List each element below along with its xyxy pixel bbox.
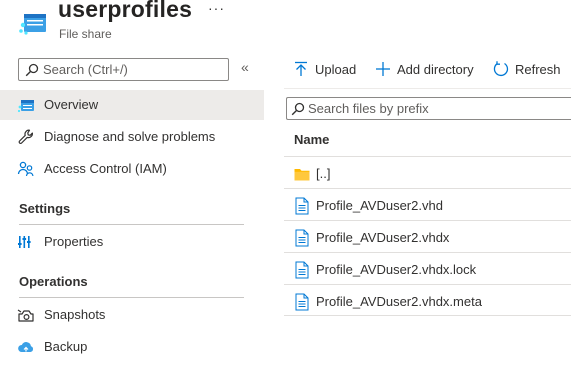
upload-icon bbox=[295, 61, 307, 76]
sidebar-search[interactable] bbox=[18, 58, 229, 81]
table-row[interactable]: Profile_AVDuser2.vhdx bbox=[284, 220, 571, 252]
section-operations-heading: Operations bbox=[19, 274, 88, 289]
sidebar-item-label: Snapshots bbox=[44, 307, 106, 322]
file-name: Profile_AVDuser2.vhdx.meta bbox=[316, 294, 482, 309]
backup-icon bbox=[18, 342, 34, 352]
file-icon bbox=[295, 229, 309, 247]
wrench-icon bbox=[18, 129, 33, 144]
add-directory-button[interactable]: Add directory bbox=[374, 59, 480, 81]
upload-label: Upload bbox=[315, 62, 357, 77]
sidebar-search-input[interactable] bbox=[43, 60, 223, 79]
add-directory-label: Add directory bbox=[397, 62, 474, 77]
overview-icon bbox=[17, 100, 34, 113]
snapshot-icon bbox=[17, 309, 34, 322]
sidebar-item-label: Access Control (IAM) bbox=[44, 161, 167, 176]
file-name: Profile_AVDuser2.vhd bbox=[316, 198, 443, 213]
people-icon bbox=[17, 161, 34, 177]
file-name: [..] bbox=[316, 166, 331, 181]
search-icon bbox=[25, 63, 39, 77]
folder-icon bbox=[294, 169, 310, 181]
file-search-box[interactable] bbox=[286, 97, 571, 120]
page-subtitle: File share bbox=[59, 27, 112, 41]
refresh-label: Refresh bbox=[515, 62, 561, 77]
sidebar-item-iam[interactable]: Access Control (IAM) bbox=[0, 154, 264, 184]
sidebar-item-diagnose[interactable]: Diagnose and solve problems bbox=[0, 122, 264, 152]
collapse-sidebar-button[interactable]: « bbox=[241, 59, 249, 75]
sidebar-item-properties[interactable]: Properties bbox=[0, 227, 264, 257]
sidebar-item-overview[interactable]: Overview bbox=[0, 90, 264, 120]
toolbar-divider bbox=[284, 88, 571, 89]
section-settings-heading: Settings bbox=[19, 201, 71, 216]
command-bar: Upload Add directory Refresh bbox=[284, 55, 571, 83]
file-share-icon bbox=[19, 14, 46, 35]
table-row[interactable]: Profile_AVDuser2.vhdx.lock bbox=[284, 252, 571, 284]
refresh-icon bbox=[493, 61, 509, 77]
sidebar-item-label: Diagnose and solve problems bbox=[44, 129, 216, 144]
section-divider bbox=[19, 224, 244, 225]
file-name: Profile_AVDuser2.vhdx bbox=[316, 230, 450, 245]
column-header-name[interactable]: Name bbox=[294, 132, 329, 147]
resource-header: userprofiles ··· File share bbox=[0, 0, 571, 50]
more-options-button[interactable]: ··· bbox=[208, 0, 225, 16]
sidebar-item-backup[interactable]: Backup bbox=[0, 332, 264, 362]
file-name: Profile_AVDuser2.vhdx.lock bbox=[316, 262, 477, 277]
properties-icon bbox=[18, 236, 31, 248]
file-icon bbox=[295, 197, 309, 215]
refresh-button[interactable]: Refresh bbox=[492, 59, 570, 81]
section-divider bbox=[19, 297, 244, 298]
table-row[interactable]: Profile_AVDuser2.vhdx.meta bbox=[284, 284, 571, 316]
sidebar-item-label: Backup bbox=[44, 339, 88, 354]
sidebar-item-label: Overview bbox=[44, 97, 99, 112]
table-row[interactable]: Profile_AVDuser2.vhd bbox=[284, 188, 571, 220]
upload-button[interactable]: Upload bbox=[292, 59, 362, 81]
table-row-parent-folder[interactable]: [..] bbox=[284, 156, 571, 188]
file-icon bbox=[295, 261, 309, 279]
search-icon bbox=[291, 102, 305, 116]
plus-icon bbox=[376, 62, 390, 76]
page-title: userprofiles bbox=[58, 0, 193, 22]
file-search-input[interactable] bbox=[308, 99, 568, 118]
sidebar-item-label: Properties bbox=[44, 234, 104, 249]
file-icon bbox=[295, 293, 309, 311]
sidebar-item-snapshots[interactable]: Snapshots bbox=[0, 300, 264, 330]
